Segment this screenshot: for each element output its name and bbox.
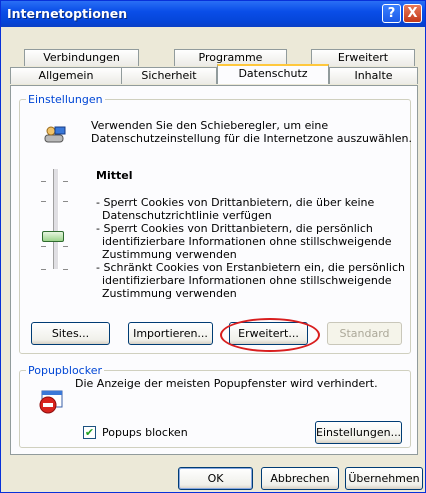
popup-blocker-icon — [39, 390, 63, 414]
slider-track[interactable] — [53, 169, 59, 269]
slider-tick — [41, 181, 46, 182]
desc-line: identifizierbare Informationen ohne stil… — [102, 235, 392, 248]
window-title: Internetoptionen — [7, 6, 128, 21]
title-bar[interactable]: Internetoptionen ? X — [1, 1, 425, 27]
privacy-settings-icon — [43, 123, 66, 145]
desc-line: - Schränkt Cookies von Erstanbietern ein… — [96, 261, 405, 274]
highlight-annotation — [220, 318, 320, 352]
desc-line: identifizierbare Informationen ohne stil… — [102, 274, 392, 287]
tab-security[interactable]: Sicherheit — [121, 67, 217, 84]
slider-tick — [63, 246, 68, 247]
slider-tick — [41, 246, 46, 247]
popup-block-checkbox[interactable]: ✔ — [83, 426, 96, 439]
slider-tick — [41, 201, 46, 202]
slider-tick — [63, 269, 68, 270]
desc-line: - Sperrt Cookies von Drittanbietern, die… — [96, 196, 375, 209]
desc-line: Zustimmung verwenden — [102, 287, 237, 300]
desc-line: Datenschutzrichtlinie verfügen — [102, 209, 272, 222]
slider-tick — [41, 269, 46, 270]
tab-general[interactable]: Allgemein — [10, 67, 122, 84]
intro-line-1: Verwenden Sie den Schieberegler, um eine — [91, 119, 329, 132]
privacy-level-description: - Sperrt Cookies von Drittanbietern, die… — [96, 196, 405, 300]
slider-tick — [63, 201, 68, 202]
popup-settings-button[interactable]: Einstellungen... — [315, 421, 402, 444]
sites-button[interactable]: Sites... — [31, 322, 110, 345]
import-button[interactable]: Importieren... — [128, 322, 213, 345]
desc-line: - Sperrt Cookies von Drittanbietern, die… — [96, 222, 373, 235]
settings-legend: Einstellungen — [26, 93, 105, 106]
help-button[interactable]: ? — [382, 4, 401, 23]
ok-button[interactable]: OK — [178, 467, 253, 490]
close-button[interactable]: X — [403, 4, 422, 23]
slider-tick — [63, 181, 68, 182]
popup-blocker-text: Die Anzeige der meisten Popupfenster wir… — [75, 377, 378, 390]
popup-block-label[interactable]: Popups blocken — [102, 426, 188, 439]
intro-line-2: Datenschutzeinstellung für die Internetz… — [91, 132, 412, 145]
default-button[interactable]: Standard — [327, 322, 402, 345]
popup-blocker-legend: Popupblocker — [26, 364, 104, 377]
desc-line: Zustimmung verwenden — [102, 248, 237, 261]
tab-content[interactable]: Inhalte — [329, 67, 418, 84]
tab-connections[interactable]: Verbindungen — [24, 49, 139, 66]
internet-options-dialog: Internetoptionen ? X Verbindungen Progra… — [0, 0, 426, 493]
tab-privacy[interactable]: Datenschutz — [217, 64, 329, 84]
apply-button[interactable]: Übernehmen — [345, 467, 423, 490]
cancel-button[interactable]: Abbrechen — [261, 467, 339, 490]
privacy-level-title: Mittel — [96, 169, 133, 182]
slider-thumb[interactable] — [42, 231, 64, 242]
